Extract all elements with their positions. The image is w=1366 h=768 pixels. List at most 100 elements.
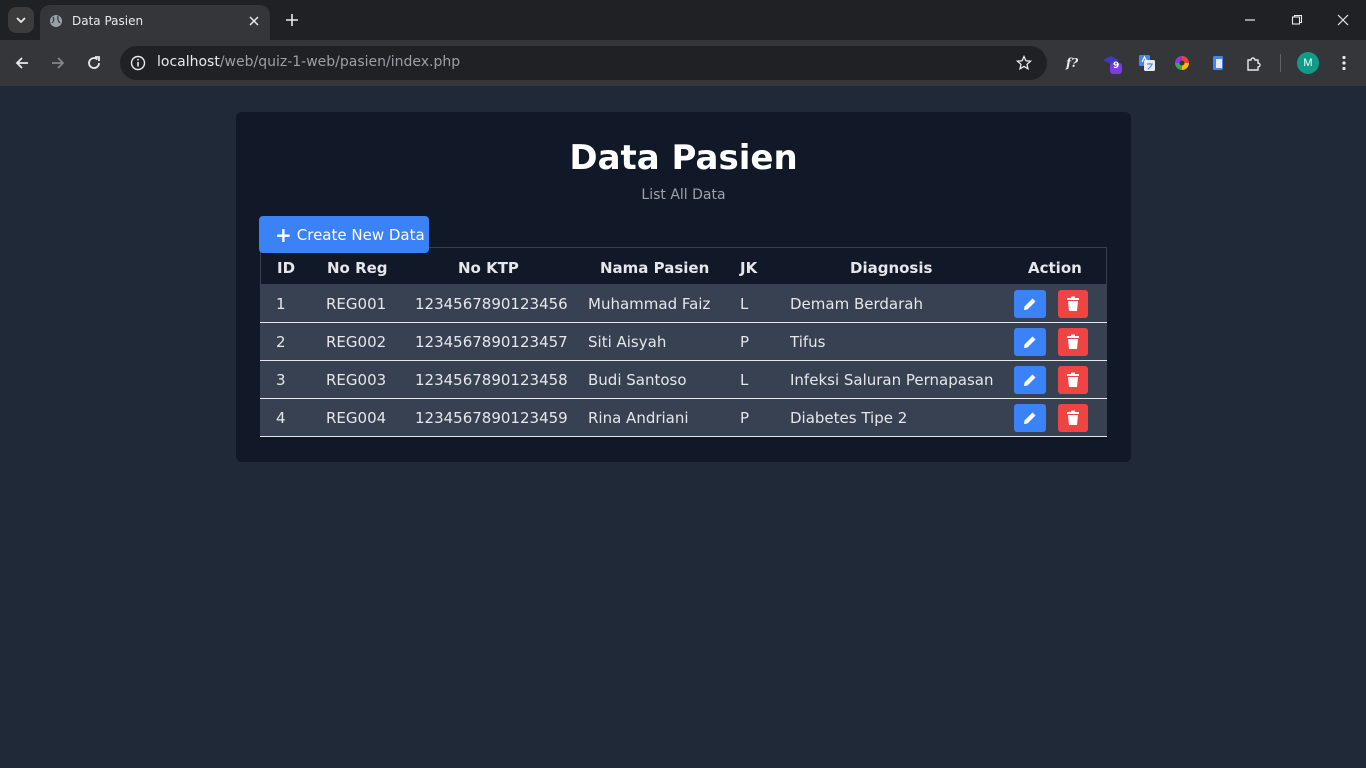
edit-button[interactable] (1014, 290, 1046, 318)
cell-no-ktp: 1234567890123459 (415, 409, 568, 427)
trash-icon (1067, 372, 1079, 387)
table-row: 3 REG003 1234567890123458 Budi Santoso L… (260, 361, 1107, 399)
plus-icon: + (275, 222, 292, 247)
cell-id: 4 (276, 409, 286, 427)
browser-tab[interactable]: Data Pasien (40, 5, 270, 40)
cell-nama: Muhammad Faiz (588, 295, 711, 313)
restore-icon (1291, 14, 1303, 25)
cell-diagnosis: Tifus (790, 333, 826, 351)
column-header-action: Action (1028, 259, 1082, 277)
pencil-icon (1024, 412, 1036, 424)
page-subtitle: List All Data (641, 187, 726, 203)
graduation-cap-icon (1103, 56, 1122, 74)
reload-button[interactable] (83, 52, 105, 74)
extension-badge-count: 9 (1113, 61, 1120, 71)
toolbar-separator (1280, 54, 1281, 72)
table-row: 4 REG004 1234567890123459 Rina Andriani … (260, 399, 1107, 437)
column-header-id: ID (277, 259, 296, 277)
extension-color-button[interactable] (1171, 52, 1193, 74)
cell-nama: Siti Aisyah (588, 333, 667, 351)
restore-button[interactable] (1287, 10, 1307, 30)
edit-button[interactable] (1014, 366, 1046, 394)
cell-no-ktp: 1234567890123456 (415, 295, 568, 313)
delete-button[interactable] (1058, 404, 1088, 432)
site-info-button[interactable] (129, 54, 147, 72)
info-icon (130, 55, 146, 71)
cell-no-reg: REG003 (326, 371, 387, 389)
cell-diagnosis: Diabetes Tipe 2 (790, 409, 908, 427)
extension-translate-button[interactable] (1136, 52, 1158, 74)
address-bar[interactable]: localhost/web/quiz-1-web/pasien/index.ph… (120, 46, 1047, 80)
trash-icon (1067, 410, 1079, 425)
url-path: /web/quiz-1-web/pasien/index.php (219, 54, 461, 70)
trash-icon (1067, 334, 1079, 349)
tab-search-button[interactable] (8, 7, 34, 33)
cell-no-reg: REG002 (326, 333, 387, 351)
cell-diagnosis: Demam Berdarah (790, 295, 923, 313)
tab-close-button[interactable] (246, 13, 262, 29)
page-title: Data Pasien (569, 138, 798, 178)
browser-toolbar: localhost/web/quiz-1-web/pasien/index.ph… (0, 40, 1366, 86)
trash-icon (1067, 296, 1079, 311)
arrow-left-icon (15, 57, 28, 69)
minimize-button[interactable] (1240, 10, 1260, 30)
cell-id: 2 (276, 333, 286, 351)
content-card: Data Pasien List All Data ID No Reg No K… (236, 112, 1131, 462)
forward-button[interactable] (47, 52, 69, 74)
pencil-icon (1024, 374, 1036, 386)
extension-fx-button[interactable]: f? (1063, 52, 1085, 74)
browser-menu-button[interactable] (1333, 52, 1355, 74)
cell-id: 3 (276, 371, 286, 389)
cell-id: 1 (276, 295, 286, 313)
star-icon (1016, 55, 1032, 71)
url-host: localhost (157, 54, 220, 70)
close-icon (249, 16, 259, 26)
delete-button[interactable] (1058, 366, 1088, 394)
table-row: 1 REG001 1234567890123456 Muhammad Faiz … (260, 285, 1107, 323)
column-header-nama-pasien: Nama Pasien (600, 259, 710, 277)
edit-button[interactable] (1014, 404, 1046, 432)
bookmark-button[interactable] (1015, 54, 1033, 72)
column-header-no-ktp: No KTP (458, 259, 519, 277)
edit-button[interactable] (1014, 328, 1046, 356)
column-header-diagnosis: Diagnosis (850, 259, 933, 277)
extension-badge-button[interactable]: 9 (1101, 52, 1123, 74)
cell-jk: L (740, 295, 749, 313)
new-tab-button[interactable] (282, 10, 302, 30)
globe-icon (50, 15, 62, 27)
reload-icon (88, 56, 100, 69)
extensions-menu-button[interactable] (1243, 52, 1265, 74)
color-wheel-icon (1175, 56, 1189, 70)
pencil-icon (1024, 298, 1036, 310)
browser-tab-bar: Data Pasien (0, 0, 1366, 40)
column-header-jk: JK (740, 259, 758, 277)
create-new-data-button[interactable]: + Create New Data (259, 216, 429, 253)
delete-button[interactable] (1058, 328, 1088, 356)
url-text: localhost/web/quiz-1-web/pasien/index.ph… (157, 54, 460, 70)
close-window-button[interactable] (1333, 10, 1353, 30)
profile-avatar[interactable]: M (1297, 52, 1319, 74)
pencil-icon (1024, 336, 1036, 348)
cell-no-reg: REG001 (326, 295, 387, 313)
cell-jk: P (740, 333, 750, 351)
delete-button[interactable] (1058, 290, 1088, 318)
cell-no-reg: REG004 (326, 409, 387, 427)
plus-icon (286, 14, 298, 26)
extension-clipboard-button[interactable] (1207, 52, 1229, 74)
cell-nama: Rina Andriani (588, 409, 689, 427)
cell-diagnosis: Infeksi Saluran Pernapasan (790, 371, 994, 389)
minimize-icon (1245, 19, 1255, 21)
document-icon (1213, 56, 1223, 70)
function-icon: f? (1065, 56, 1079, 70)
create-new-data-label: Create New Data (296, 225, 425, 244)
more-vertical-icon (1342, 55, 1346, 71)
cell-no-ktp: 1234567890123458 (415, 371, 568, 389)
back-button[interactable] (11, 52, 33, 74)
patients-table: ID No Reg No KTP Nama Pasien JK Diagnosi… (260, 247, 1107, 437)
cell-nama: Budi Santoso (588, 371, 687, 389)
close-icon (1337, 14, 1349, 26)
cell-no-ktp: 1234567890123457 (415, 333, 568, 351)
cell-jk: P (740, 409, 750, 427)
puzzle-icon (1247, 57, 1261, 71)
chevron-down-icon (16, 17, 26, 24)
